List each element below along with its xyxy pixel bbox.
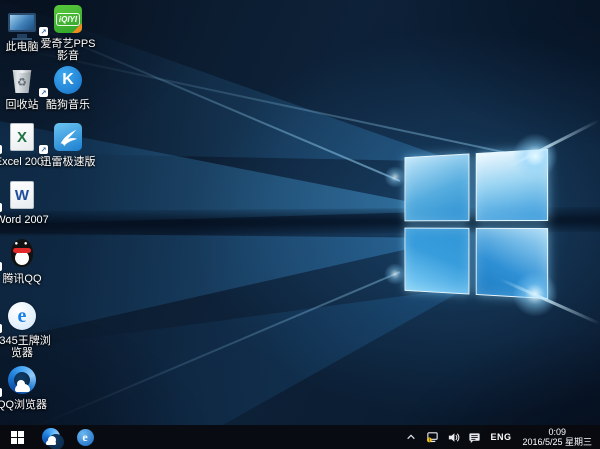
desktop-icon-thunder-speed[interactable]: ↗ 迅雷极速版 bbox=[38, 121, 98, 168]
desktop-icon-2345-browser[interactable]: e ↗ 2345王牌浏览器 bbox=[0, 300, 52, 359]
shortcut-arrow-icon: ↗ bbox=[0, 203, 2, 212]
taskbar-clock[interactable]: 0:09 2016/5/25 星期三 bbox=[520, 427, 594, 447]
network-status-icon[interactable]: ! bbox=[425, 429, 439, 445]
recycle-symbol: ♻ bbox=[11, 76, 33, 89]
excel-icon: X bbox=[10, 123, 34, 151]
recycle-bin-icon: ♻ bbox=[11, 67, 33, 93]
icon-label: 爱奇艺PPS 影音 bbox=[38, 38, 98, 62]
taskbar-2345-browser-button[interactable]: e bbox=[68, 425, 102, 449]
icon-label: 2345王牌浏览器 bbox=[0, 335, 52, 359]
shortcut-arrow-icon: ↗ bbox=[0, 324, 2, 333]
notification-message-icon[interactable] bbox=[467, 429, 481, 445]
clock-date: 2016/5/25 星期三 bbox=[522, 437, 592, 447]
icon-label: Word 2007 bbox=[0, 214, 52, 226]
this-pc-icon bbox=[8, 13, 36, 32]
volume-icon[interactable] bbox=[446, 429, 460, 445]
shortcut-arrow-icon: ↗ bbox=[0, 262, 2, 271]
desktop-icon-tencent-qq[interactable]: ● ● ↗ 腾讯QQ bbox=[0, 238, 52, 285]
swallow-glyph bbox=[57, 126, 79, 148]
desktop-icon-word-2007[interactable]: W ↗ Word 2007 bbox=[0, 179, 52, 226]
tray-chevron-up-icon[interactable] bbox=[404, 429, 418, 445]
qq-browser-icon bbox=[42, 428, 60, 446]
taskbar: e ! bbox=[0, 425, 600, 449]
iqiyi-icon: iQIYI bbox=[54, 5, 82, 33]
shortcut-arrow-icon: ↗ bbox=[0, 145, 2, 154]
system-tray: ! ENG 0:09 2016/5/25 星期三 bbox=[404, 425, 600, 449]
start-button[interactable] bbox=[0, 425, 34, 449]
language-indicator[interactable]: ENG bbox=[488, 432, 513, 442]
thunder-icon bbox=[54, 123, 82, 151]
2345-browser-icon: e bbox=[77, 429, 94, 446]
icon-label: 腾讯QQ bbox=[0, 273, 52, 285]
shortcut-arrow-icon: ↗ bbox=[39, 27, 48, 36]
word-icon: W bbox=[10, 181, 34, 209]
shortcut-arrow-icon: ↗ bbox=[39, 88, 48, 97]
desktop-icon-qq-browser[interactable]: ↗ QQ浏览器 bbox=[0, 364, 52, 411]
clock-time: 0:09 bbox=[522, 427, 592, 437]
icon-label: QQ浏览器 bbox=[0, 399, 52, 411]
desktop-icon-iqiyi-pps[interactable]: iQIYI ↗ 爱奇艺PPS 影音 bbox=[38, 3, 98, 62]
qq-penguin-icon: ● ● bbox=[9, 239, 35, 269]
qq-browser-icon bbox=[8, 366, 36, 394]
desktop-icon-kugou-music[interactable]: K ↗ 酷狗音乐 bbox=[38, 64, 98, 111]
kugou-icon: K bbox=[54, 66, 82, 94]
icon-label: 酷狗音乐 bbox=[38, 99, 98, 111]
icon-label: 迅雷极速版 bbox=[38, 156, 98, 168]
shortcut-arrow-icon: ↗ bbox=[39, 145, 48, 154]
taskbar-qq-browser-button[interactable] bbox=[34, 425, 68, 449]
windows-logo-icon bbox=[11, 431, 24, 444]
2345-browser-icon: e bbox=[8, 302, 36, 330]
shortcut-arrow-icon: ↗ bbox=[0, 388, 2, 397]
